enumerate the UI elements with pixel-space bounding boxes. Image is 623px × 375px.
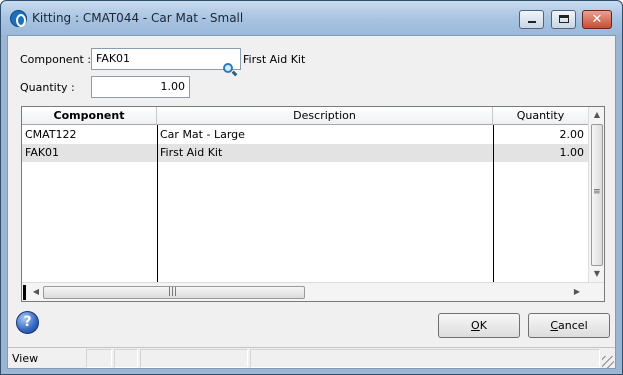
close-button[interactable]: ✕ <box>582 10 612 29</box>
magnifier-icon[interactable] <box>221 61 238 78</box>
scroll-down-icon[interactable]: ▼ <box>589 266 605 282</box>
dialog-body: Component : FAK01 First Aid Kit Quantity… <box>7 35 616 369</box>
ok-mnemonic: O <box>471 319 480 332</box>
column-header-description[interactable]: Description <box>157 107 493 125</box>
component-input[interactable]: FAK01 <box>91 48 241 77</box>
horizontal-scroll-thumb[interactable]: ||| <box>43 286 305 299</box>
grid-header: Component Description Quantity <box>22 107 588 125</box>
grip-icon: ≡ <box>593 187 601 197</box>
status-panel <box>140 349 248 368</box>
vertical-scroll-thumb[interactable]: ≡ <box>591 124 603 266</box>
ok-button[interactable]: OK <box>438 313 520 338</box>
grip-icon: ||| <box>168 287 178 297</box>
cancel-label: ancel <box>558 319 588 332</box>
component-input-value: FAK01 <box>96 52 131 65</box>
status-panel <box>114 349 138 368</box>
maximize-icon <box>559 15 569 23</box>
scroll-right-icon[interactable]: ▶ <box>569 284 585 300</box>
cell-quantity: 2.00 <box>559 128 585 141</box>
vertical-scrollbar[interactable]: ▲ ≡ ▼ <box>588 107 604 282</box>
status-bar: View <box>8 347 615 368</box>
column-divider <box>157 125 158 282</box>
status-panel <box>250 349 600 368</box>
scroll-left-icon[interactable]: ◀ <box>28 284 44 300</box>
help-icon[interactable]: ? <box>16 311 39 334</box>
component-description: First Aid Kit <box>243 53 306 66</box>
column-header-component[interactable]: Component <box>22 107 157 125</box>
scroll-up-icon[interactable]: ▲ <box>589 107 605 123</box>
window: Kitting : CMAT044 - Car Mat - Small ✕ Co… <box>0 0 623 375</box>
status-panel <box>86 349 112 368</box>
cancel-mnemonic: C <box>550 319 559 332</box>
components-grid: Component Description Quantity CMAT122 C… <box>21 106 605 302</box>
quantity-label: Quantity : <box>20 81 75 94</box>
cell-description: Car Mat - Large <box>160 128 245 141</box>
column-header-quantity[interactable]: Quantity <box>493 107 588 125</box>
scroll-edge-marker <box>23 285 26 300</box>
maximize-button[interactable] <box>551 10 576 29</box>
window-title: Kitting : CMAT044 - Car Mat - Small <box>32 11 244 25</box>
quantity-input[interactable]: 1.00 <box>91 76 190 98</box>
component-label: Component : <box>20 53 92 66</box>
cell-description: First Aid Kit <box>160 146 223 159</box>
horizontal-scrollbar[interactable]: ◀ ||| ▶ <box>22 282 604 301</box>
close-icon: ✕ <box>591 12 603 27</box>
app-logo-icon <box>10 10 27 27</box>
resize-grip-icon[interactable] <box>602 356 614 368</box>
title-bar[interactable]: Kitting : CMAT044 - Car Mat - Small ✕ <box>1 1 622 35</box>
minimize-button[interactable] <box>519 10 544 29</box>
cancel-button[interactable]: Cancel <box>528 313 610 338</box>
table-row[interactable]: FAK01 First Aid Kit 1.00 <box>22 144 588 162</box>
ok-label: K <box>479 319 487 332</box>
minimize-icon <box>528 21 536 23</box>
table-row[interactable]: CMAT122 Car Mat - Large 2.00 <box>22 126 588 144</box>
cell-component: FAK01 <box>25 146 60 159</box>
column-divider <box>493 125 494 282</box>
cell-quantity: 1.00 <box>559 146 585 159</box>
cell-component: CMAT122 <box>25 128 77 141</box>
status-text: View <box>12 352 39 365</box>
